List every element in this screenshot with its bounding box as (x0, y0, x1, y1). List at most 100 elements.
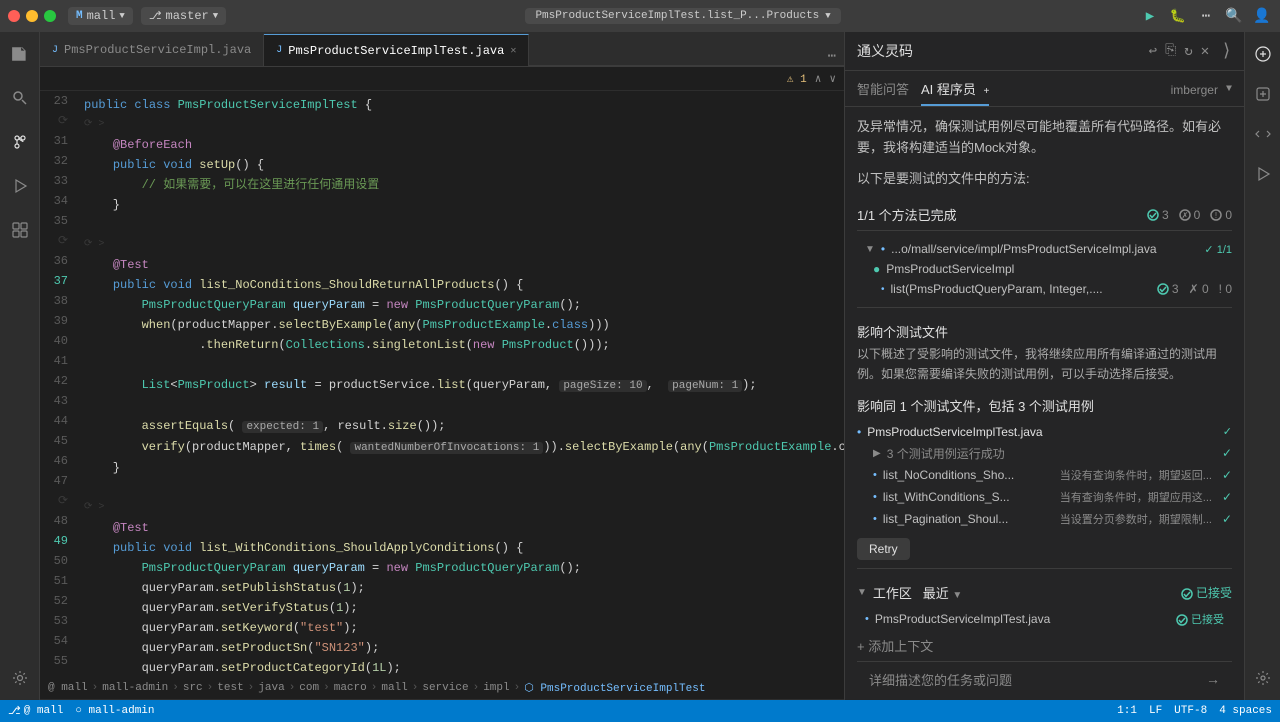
position-value: 1:1 (1117, 705, 1137, 717)
breadcrumb-item[interactable]: mall-admin (102, 682, 168, 694)
tab-pmsproductserviceimpltest[interactable]: J PmsProductServiceImplTest.java ✕ (264, 34, 529, 66)
code-line: @BeforeEach (84, 135, 844, 155)
status-encoding[interactable]: UTF-8 (1174, 705, 1207, 717)
fold-icon[interactable]: ∧ (815, 72, 822, 86)
task-input[interactable]: 详细描述您的任务或问题 → (869, 670, 1220, 689)
sidebar-item-explorer[interactable] (6, 40, 34, 68)
run-button[interactable]: ▶ (1140, 6, 1160, 26)
test-item-with-conditions[interactable]: • list_WithConditions_S... 当有查询条件时，期望应用这… (857, 486, 1232, 508)
tab-ai-programmer[interactable]: AI 程序员 + (921, 79, 989, 106)
task-input-area: 详细描述您的任务或问题 → (857, 661, 1232, 697)
workspace-header: ▼ 工作区 最近 ▼ 已接受 (857, 583, 1232, 602)
send-icon[interactable]: → (1206, 671, 1220, 687)
panel-action-refresh[interactable]: ↻ (1184, 43, 1192, 60)
stat-warn: ! 0 (1210, 208, 1232, 222)
traffic-lights (8, 10, 56, 22)
panel-content[interactable]: 及异常情况，确保测试用例尽可能地覆盖所有代码路径。如有必要，我将构建适当的Moc… (845, 107, 1244, 700)
breadcrumb-item[interactable]: java (258, 682, 284, 694)
code-line (84, 396, 844, 416)
code-icon[interactable] (1249, 120, 1277, 148)
code-line: } (84, 458, 844, 478)
code-line: assertEquals( expected: 1, result.size()… (84, 416, 844, 437)
code-line: ⟳ > (84, 498, 844, 518)
panel-action-close[interactable]: ✕ (1201, 43, 1209, 60)
more-button[interactable]: ⋯ (1196, 6, 1216, 26)
status-spaces[interactable]: 4 spaces (1219, 705, 1272, 717)
method-row[interactable]: • list(PmsProductQueryParam, Integer,...… (857, 279, 1232, 299)
run-config[interactable]: PmsProductServiceImplTest.list_P...Produ… (525, 8, 840, 24)
add-icon[interactable]: + (984, 86, 990, 97)
retry-button[interactable]: Retry (857, 538, 910, 560)
breadcrumb-item[interactable]: @ mall (48, 682, 88, 694)
unfold-icon[interactable]: ∨ (829, 72, 836, 86)
title-center: PmsProductServiceImplTest.list_P...Produ… (234, 8, 1132, 24)
right-settings-icon[interactable] (1249, 664, 1277, 692)
minimize-button[interactable] (26, 10, 38, 22)
class-name: PmsProductServiceImpl (886, 262, 1014, 276)
breadcrumb-item[interactable]: mall (381, 682, 407, 694)
workspace-file-row[interactable]: • PmsProductServiceImplTest.java 已接受 (857, 608, 1232, 630)
code-editor[interactable]: 23 ⟳ 31 32 33 34 35 ⟳ 36 37 38 39 40 41 … (40, 91, 844, 676)
task-placeholder: 详细描述您的任务或问题 (869, 670, 1012, 689)
breadcrumb-item[interactable]: ⬡ PmsProductServiceImplTest (524, 681, 705, 695)
class-row: ● PmsProductServiceImpl (857, 259, 1232, 279)
tab-label-active: PmsProductServiceImplTest.java (288, 44, 504, 58)
title-actions: ▶ 🐛 ⋯ 🔍 👤 (1140, 6, 1272, 26)
sidebar-item-extensions[interactable] (6, 216, 34, 244)
recent-chevron[interactable]: ▼ (952, 590, 962, 601)
java-file-icon-active: J (276, 45, 282, 56)
tab-label-qa: 智能问答 (857, 82, 909, 97)
status-branch[interactable]: ⎇ @ mall (8, 704, 63, 718)
sidebar-item-git[interactable] (6, 128, 34, 156)
test-file-header[interactable]: • PmsProductServiceImplTest.java ✓ (857, 421, 1232, 443)
line-numbers: 23 ⟳ 31 32 33 34 35 ⟳ 36 37 38 39 40 41 … (40, 91, 76, 676)
status-module[interactable]: ○ mall-admin (75, 705, 154, 717)
breadcrumb-item[interactable]: com (299, 682, 319, 694)
code-line (84, 478, 844, 498)
tab-smart-qa[interactable]: 智能问答 (857, 79, 909, 106)
test-item-pagination[interactable]: • list_Pagination_Shoul... 当设置分页参数时，期望限制… (857, 508, 1232, 530)
code-content[interactable]: public class PmsProductServiceImplTest {… (76, 91, 844, 676)
ai-icon[interactable] (1249, 80, 1277, 108)
code-line: public void list_WithConditions_ShouldAp… (84, 538, 844, 558)
branch-selector[interactable]: ⎇ master ▼ (141, 7, 226, 25)
breadcrumb-item[interactable]: src (183, 682, 203, 694)
breadcrumb-item[interactable]: macro (334, 682, 367, 694)
sidebar-item-run[interactable] (6, 172, 34, 200)
tongyi-icon[interactable] (1249, 40, 1277, 68)
sidebar-item-settings[interactable] (6, 664, 34, 692)
file-icon-test: • (857, 425, 861, 439)
panel-action-expand[interactable]: ⟩ (1221, 40, 1232, 62)
breadcrumb-item[interactable]: test (217, 682, 243, 694)
file-tree-root[interactable]: ▼ • ...o/mall/service/impl/PmsProductSer… (857, 239, 1232, 259)
account-icon[interactable]: 👤 (1252, 6, 1272, 26)
debug-button[interactable]: 🐛 (1168, 6, 1188, 26)
run-tests-icon[interactable] (1249, 160, 1277, 188)
add-context-button[interactable]: + 添加上下文 (857, 630, 1232, 661)
status-position[interactable]: 1:1 (1117, 705, 1137, 717)
code-line: ⟳ > (84, 235, 844, 255)
fullscreen-button[interactable] (44, 10, 56, 22)
sidebar-item-search[interactable] (6, 84, 34, 112)
status-line-ending[interactable]: LF (1149, 705, 1162, 717)
project-selector[interactable]: M mall ▼ (68, 7, 133, 25)
panel-action-back[interactable]: ↩ (1149, 43, 1157, 60)
tab-close-button[interactable]: ✕ (510, 45, 516, 57)
breadcrumb-item[interactable]: service (422, 682, 468, 694)
test-item-no-conditions[interactable]: • list_NoConditions_Sho... 当没有查询条件时，期望返回… (857, 464, 1232, 486)
breadcrumb-item[interactable]: impl (483, 682, 509, 694)
tab-pmsproductserviceimpl[interactable]: J PmsProductServiceImpl.java (40, 34, 264, 66)
tabs-bar: J PmsProductServiceImpl.java J PmsProduc… (40, 32, 844, 67)
code-line: when(productMapper.selectByExample(any(P… (84, 315, 844, 335)
progress-title: 1/1 个方法已完成 (857, 205, 957, 224)
chevron-down-workspace: ▼ (857, 587, 867, 598)
more-tabs-icon[interactable]: ⋯ (828, 48, 836, 65)
test-result-title: 影响同 1 个测试文件，包括 3 个测试用例 (857, 396, 1232, 415)
search-icon[interactable]: 🔍 (1224, 6, 1244, 26)
close-button[interactable] (8, 10, 20, 22)
file-path: ...o/mall/service/impl/PmsProductService… (891, 242, 1198, 256)
recent-label: 最近 (923, 586, 949, 601)
user-chevron[interactable]: ▼ (1226, 84, 1232, 95)
panel-action-copy[interactable]: ⎘ (1165, 43, 1176, 59)
title-bar: M mall ▼ ⎇ master ▼ PmsProductServiceImp… (0, 0, 1280, 32)
